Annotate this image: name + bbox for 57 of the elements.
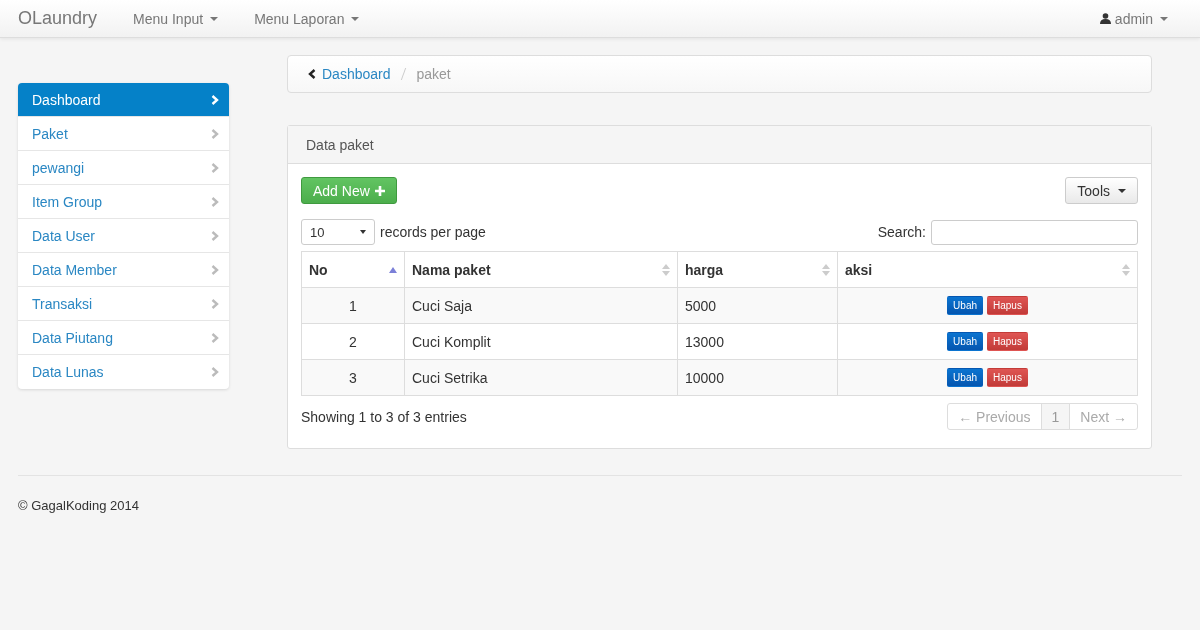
tools-button[interactable]: Tools [1065, 177, 1138, 204]
search-field[interactable] [931, 219, 1138, 245]
column-header[interactable]: aksi [837, 251, 1138, 288]
chevron-right-icon [211, 94, 219, 105]
plus-icon [374, 185, 385, 196]
nav-menu[interactable]: Menu Laporan [254, 10, 360, 27]
sidebar-item[interactable]: Item Group [18, 185, 229, 219]
table-cell: Cuci Saja [404, 287, 678, 324]
breadcrumb-link[interactable]: Dashboard [322, 66, 391, 82]
delete-button[interactable]: Hapus [987, 296, 1028, 315]
search-label: Search: [877, 224, 926, 240]
delete-button[interactable]: Hapus [987, 368, 1028, 387]
chevron-left-icon [308, 69, 316, 79]
chevron-right-icon [211, 128, 219, 139]
page-size-label: records per page [380, 224, 486, 240]
column-header[interactable]: harga [677, 251, 838, 288]
sidebar-item[interactable]: Data Piutang [18, 321, 229, 355]
table-info: Showing 1 to 3 of 3 entries [301, 408, 467, 425]
sidebar-item[interactable]: Data Lunas [18, 355, 229, 389]
chevron-right-icon [211, 162, 219, 173]
table-cell: 2 [301, 323, 405, 360]
table-cell: 5000 [677, 287, 838, 324]
breadcrumb-current: paket [416, 66, 451, 82]
user-menu[interactable]: admin [1099, 10, 1168, 27]
chevron-right-icon [211, 298, 219, 309]
add-new-button[interactable]: Add New [301, 177, 397, 204]
chevron-right-icon [211, 367, 219, 377]
edit-button[interactable]: Ubah [947, 332, 983, 351]
table-cell: Cuci Komplit [404, 323, 678, 360]
page-size-select[interactable]: 10 [301, 219, 375, 245]
sidebar-item[interactable]: Dashboard [18, 83, 229, 117]
delete-button[interactable]: Hapus [987, 332, 1028, 351]
table-cell: Cuci Setrika [404, 359, 678, 396]
pagination-button[interactable]: 1 [1040, 403, 1071, 430]
edit-button[interactable]: Ubah [947, 296, 983, 315]
brand-logo[interactable]: OLaundry [18, 8, 98, 29]
sidebar-item[interactable]: pewangi [18, 151, 229, 185]
caret-down-icon [360, 230, 366, 234]
table-cell: 13000 [677, 323, 838, 360]
chevron-right-icon [211, 264, 219, 275]
edit-button[interactable]: Ubah [947, 368, 983, 387]
user-icon [1099, 13, 1111, 24]
column-header[interactable]: No [301, 251, 405, 288]
chevron-right-icon [211, 196, 219, 207]
sidebar-item[interactable]: Transaksi [18, 287, 229, 321]
chevron-right-icon [211, 230, 219, 241]
sidebar-item[interactable]: Data Member [18, 253, 229, 287]
chevron-right-icon [211, 332, 219, 343]
table-cell: 10000 [677, 359, 838, 396]
table-cell: 3 [301, 359, 405, 396]
sidebar-item[interactable]: Paket [18, 117, 229, 151]
footer-text: © GagalKoding 2014 [18, 498, 139, 513]
panel-title: Data paket [306, 136, 374, 153]
sidebar-item[interactable]: Data User [18, 219, 229, 253]
nav-menu[interactable]: Menu Input [133, 10, 219, 27]
column-header[interactable]: Nama paket [404, 251, 678, 288]
table-cell: 1 [301, 287, 405, 324]
